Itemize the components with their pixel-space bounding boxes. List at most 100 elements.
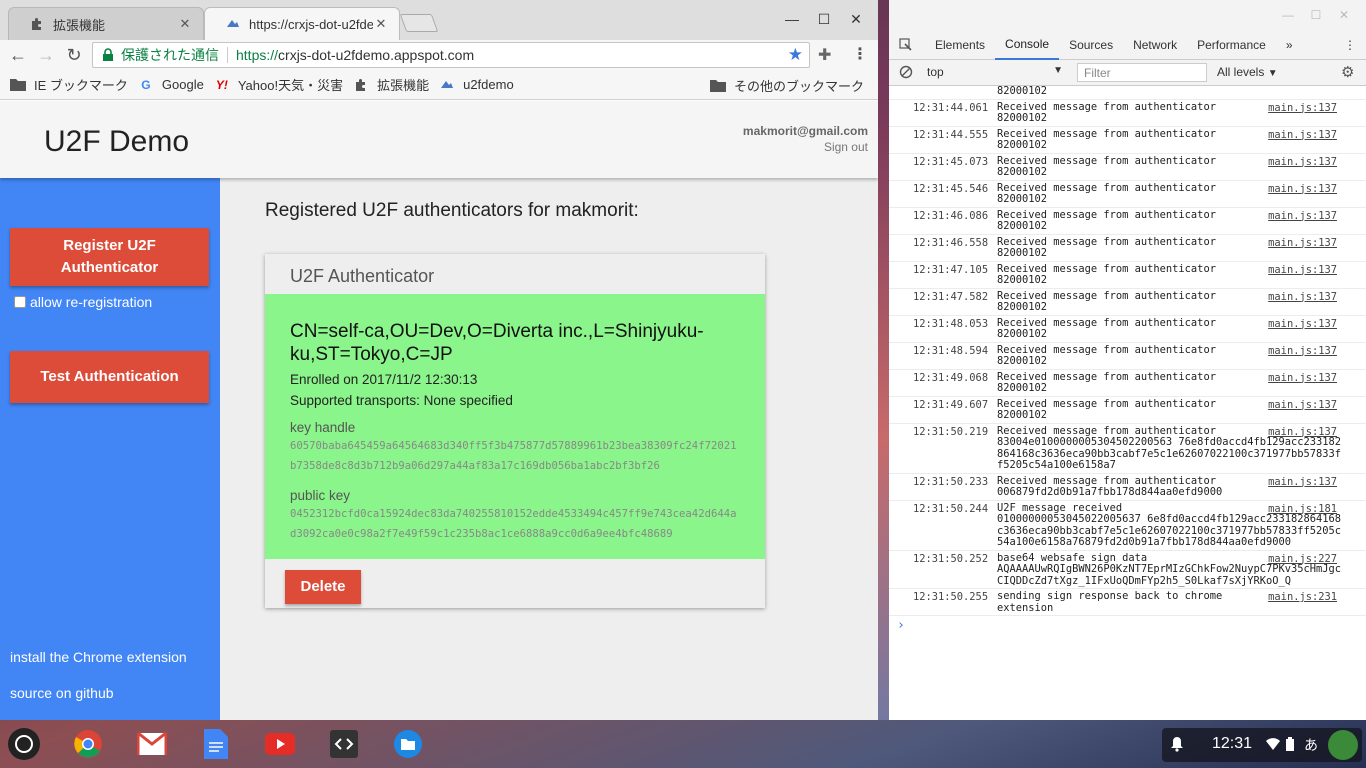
sidebar: Register U2F Authenticator allow re-regi… [0,178,220,720]
bookmarks-bar: IE ブックマーク G Google Y! Yahoo!天気・災害 拡張機能 u… [0,70,878,100]
log-timestamp: 12:31:46.558 [913,236,989,249]
log-message: Received message from authenticator 8200… [997,235,1216,259]
tab-u2fdemo[interactable]: https://crxjs-dot-u2fdem ✕ [204,7,400,40]
log-source-link[interactable]: main.js:137 [1268,426,1337,438]
log-source-link[interactable]: main.js:137 [1268,102,1337,114]
maximize-icon[interactable]: ☐ [1302,8,1330,22]
folder-icon [710,78,726,94]
log-source-link[interactable]: main.js:137 [1268,399,1337,411]
tab-console[interactable]: Console [995,31,1060,60]
minimize-icon[interactable]: — [1274,8,1302,22]
more-tabs-icon[interactable]: » [1276,31,1303,60]
register-authenticator-button[interactable]: Register U2F Authenticator [10,228,209,286]
close-icon[interactable]: ✕ [373,16,389,32]
star-icon[interactable]: ★ [788,45,803,65]
u2f-favicon-icon [225,16,241,32]
close-icon[interactable]: ✕ [840,8,872,30]
log-message: Received message from authenticator 8200… [997,181,1216,205]
divider [227,47,228,63]
dropdown-arrow-icon: ▼ [1267,68,1278,79]
context-select[interactable]: top ▼ [927,65,1063,79]
gmail-icon[interactable] [136,728,168,760]
u2f-favicon-icon [439,77,455,93]
log-source-link[interactable]: main.js:137 [1268,476,1337,488]
more-menu-icon[interactable]: ⋮ [1334,31,1366,60]
log-source-link[interactable]: main.js:137 [1268,129,1337,141]
bookmark-google[interactable]: G Google [138,77,204,93]
tab-extensions[interactable]: 拡張機能 ✕ [8,7,204,40]
more-menu-icon[interactable]: ⋮ [852,44,868,64]
tab-elements[interactable]: Elements [925,31,995,60]
url-host: crxjs-dot-u2fdemo.appspot.com [278,47,475,63]
tab-network[interactable]: Network [1123,31,1187,60]
close-icon[interactable]: ✕ [177,16,193,32]
bookmark-label: 拡張機能 [377,78,430,93]
youtube-icon[interactable] [264,728,296,760]
log-timestamp: 12:31:49.068 [913,371,989,384]
log-message: Received message from authenticator 8200… [997,208,1216,232]
log-message: Received message from authenticator 8200… [997,262,1216,286]
log-source-link[interactable]: main.js:137 [1268,318,1337,330]
other-bookmarks[interactable]: その他のブックマーク [710,76,864,95]
reload-icon[interactable]: ↻ [62,43,86,67]
bookmark-extensions[interactable]: 拡張機能 [353,75,429,94]
notification-bell-icon[interactable] [1170,736,1186,754]
log-message: Received message from authenticator 8200… [997,100,1216,124]
log-levels-select[interactable]: All levels ▼ [1217,65,1278,79]
bookmark-ie[interactable]: IE ブックマーク [10,75,128,94]
bookmark-u2fdemo[interactable]: u2fdemo [439,77,514,93]
sign-out-link[interactable]: Sign out [824,140,868,154]
tab-sources[interactable]: Sources [1059,31,1123,60]
bookmark-label: Google [161,77,204,92]
page-content: U2F Demo makmorit@gmail.com Sign out Reg… [0,101,878,720]
clear-console-icon[interactable] [899,65,913,82]
log-source-link[interactable]: main.js:137 [1268,291,1337,303]
page-title: U2F Demo [44,125,190,158]
log-source-link[interactable]: main.js:181 [1268,503,1337,515]
status-tray[interactable]: 12:31 あ [1162,728,1362,762]
log-message: Received message from authenticator 8200… [997,397,1216,421]
puzzle-icon[interactable]: ✚ [818,45,831,65]
launcher-icon[interactable] [8,728,40,760]
gear-icon[interactable]: ⚙ [1341,63,1354,81]
delete-button[interactable]: Delete [285,570,361,604]
main-heading: Registered U2F authenticators for makmor… [265,200,639,221]
devtools-window: — ☐ ✕ Elements Console Sources Network P… [889,0,1366,720]
log-source-link[interactable]: main.js:137 [1268,210,1337,222]
bookmark-label: IE ブックマーク [34,78,128,93]
log-source-link[interactable]: main.js:227 [1268,553,1337,565]
install-extension-link[interactable]: install the Chrome extension [10,649,187,665]
log-timestamp: 12:31:45.073 [913,155,989,168]
address-bar[interactable]: 保護された通信 https:// crxjs-dot-u2fdemo.appsp… [92,42,810,68]
log-source-link[interactable]: main.js:137 [1268,156,1337,168]
filter-input[interactable]: Filter [1077,63,1207,82]
maximize-icon[interactable]: ☐ [808,8,840,30]
docs-icon[interactable] [200,728,232,760]
new-tab-button[interactable] [399,14,439,32]
bookmark-yahoo[interactable]: Y! Yahoo!天気・災害 [214,75,343,94]
forward-arrow-icon[interactable]: → [34,43,58,67]
source-github-link[interactable]: source on github [10,685,114,701]
log-source-link[interactable]: main.js:231 [1268,591,1337,603]
log-source-link[interactable]: main.js:137 [1268,264,1337,276]
browser-toolbar: ← → ↻ 保護された通信 https:// crxjs-dot-u2fdemo… [0,40,878,70]
console-prompt[interactable]: › [889,616,1366,633]
log-source-link[interactable]: main.js:137 [1268,237,1337,249]
log-timestamp: 12:31:47.582 [913,290,989,303]
window-controls: — ☐ ✕ [1274,8,1358,22]
minimize-icon[interactable]: — [776,8,808,30]
log-source-link[interactable]: main.js:137 [1268,372,1337,384]
log-message: Received message from authenticator 8200… [997,289,1216,313]
inspect-icon[interactable] [889,31,925,60]
back-arrow-icon[interactable]: ← [6,43,30,67]
log-source-link[interactable]: main.js:137 [1268,183,1337,195]
files-icon[interactable] [392,728,424,760]
tab-performance[interactable]: Performance [1187,31,1276,60]
text-editor-icon[interactable] [328,728,360,760]
console-row: 12:31:48.594 Received message from authen… [889,343,1366,370]
close-icon[interactable]: ✕ [1330,8,1358,22]
chrome-icon[interactable] [72,728,104,760]
test-authentication-button[interactable]: Test Authentication [10,351,209,403]
allow-reregistration-checkbox[interactable] [14,296,26,308]
log-source-link[interactable]: main.js:137 [1268,345,1337,357]
